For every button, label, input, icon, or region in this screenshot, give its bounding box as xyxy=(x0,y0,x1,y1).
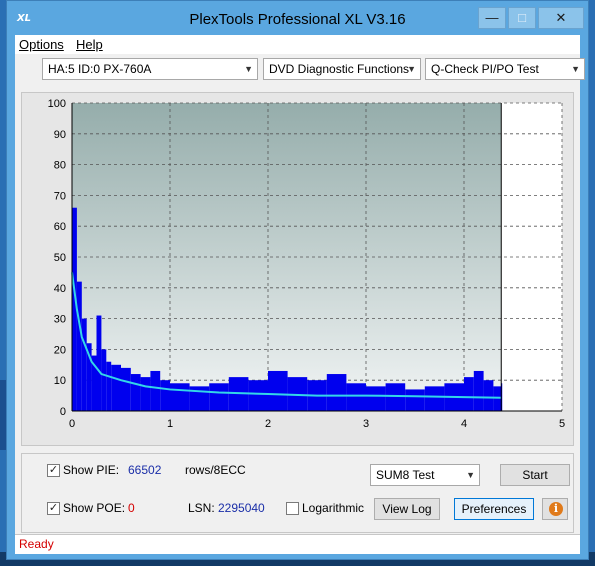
app-window: XL PlexTools Professional XL V3.16 — □ ✕… xyxy=(6,0,589,560)
pie-bar xyxy=(248,380,268,411)
pie-value: 66502 xyxy=(128,463,162,477)
pie-bar xyxy=(150,370,161,411)
menu-help[interactable]: Help xyxy=(76,37,103,52)
chevron-down-icon: ▼ xyxy=(466,470,475,480)
close-icon: ✕ xyxy=(555,10,567,25)
y-tick-label: 20 xyxy=(54,344,66,356)
pie-bar xyxy=(121,367,131,411)
x-tick-label: 2 xyxy=(265,418,271,430)
status-bar: Ready xyxy=(15,534,580,554)
pie-bar xyxy=(483,380,494,411)
show-poe-label: Show POE: xyxy=(63,501,126,515)
y-tick-label: 90 xyxy=(54,129,66,141)
menu-help-label: Help xyxy=(76,37,103,52)
show-poe-checkbox[interactable]: ✓ xyxy=(47,502,60,515)
function-select-value: DVD Diagnostic Functions xyxy=(269,62,410,76)
pie-bar xyxy=(106,361,112,411)
test-select-value: Q-Check PI/PO Test xyxy=(431,62,539,76)
pie-bar xyxy=(268,370,288,411)
pie-bar xyxy=(170,383,190,411)
pie-bar xyxy=(346,383,366,411)
y-tick-label: 10 xyxy=(54,375,66,387)
pie-bar xyxy=(160,380,170,411)
menu-options-label: Options xyxy=(19,37,64,52)
chevron-down-icon: ▼ xyxy=(407,64,416,74)
minimize-button[interactable]: — xyxy=(478,7,506,29)
x-tick-label: 1 xyxy=(167,418,173,430)
maximize-icon: □ xyxy=(518,10,526,25)
results-panel: ✓ Show PIE: 66502 rows/8ECC SUM8 Test ▼ … xyxy=(21,453,574,533)
client-area: Options Help HA:5 ID:0 PX-760A ▼ DVD Dia… xyxy=(15,35,585,554)
pie-bar xyxy=(473,370,484,411)
show-pie-label: Show PIE: xyxy=(63,463,120,477)
lsn-value: 2295040 xyxy=(218,501,265,515)
pie-bar xyxy=(385,383,406,411)
test-select[interactable]: Q-Check PI/PO Test ▼ xyxy=(425,58,585,80)
x-tick-label: 0 xyxy=(69,418,75,430)
info-icon: i xyxy=(549,502,563,516)
pie-bar xyxy=(111,364,121,411)
pie-bar xyxy=(101,349,107,411)
pie-bar xyxy=(209,383,229,411)
menu-bar: Options Help xyxy=(15,35,580,54)
pie-bar xyxy=(96,315,102,411)
lsn-label: LSN: xyxy=(188,501,215,515)
pie-bar xyxy=(140,377,151,411)
info-button[interactable]: i xyxy=(542,498,568,520)
y-tick-label: 100 xyxy=(48,98,66,110)
preferences-button-label: Preferences xyxy=(461,502,527,516)
view-log-button-label: View Log xyxy=(382,502,432,516)
preferences-button[interactable]: Preferences xyxy=(454,498,534,520)
maximize-button[interactable]: □ xyxy=(508,7,536,29)
close-button[interactable]: ✕ xyxy=(538,7,584,29)
start-button-label: Start xyxy=(522,468,548,482)
status-text: Ready xyxy=(19,537,54,551)
y-tick-label: 40 xyxy=(54,283,66,295)
start-button[interactable]: Start xyxy=(500,464,570,486)
chevron-down-icon: ▼ xyxy=(571,64,580,74)
drive-select[interactable]: HA:5 ID:0 PX-760A ▼ xyxy=(42,58,258,80)
view-log-button[interactable]: View Log xyxy=(374,498,440,520)
pie-bar xyxy=(464,377,474,411)
chart-panel: 0 10 20 30 40 50 60 70 80 90 100 0 1 2 3 4 5 xyxy=(21,92,574,446)
y-tick-label: 50 xyxy=(54,252,66,264)
title-bar[interactable]: XL PlexTools Professional XL V3.16 — □ ✕ xyxy=(7,1,588,35)
logarithmic-label: Logarithmic xyxy=(302,501,365,515)
pie-bar xyxy=(424,386,445,411)
drive-select-value: HA:5 ID:0 PX-760A xyxy=(48,62,152,76)
pie-bar xyxy=(81,318,87,411)
y-tick-label: 30 xyxy=(54,314,66,326)
logarithmic-checkbox[interactable] xyxy=(286,502,299,515)
y-tick-label: 60 xyxy=(54,221,66,233)
mode-select[interactable]: SUM8 Test ▼ xyxy=(370,464,480,486)
show-pie-checkbox[interactable]: ✓ xyxy=(47,464,60,477)
y-tick-label: 80 xyxy=(54,160,66,172)
mode-select-value: SUM8 Test xyxy=(376,468,435,482)
chevron-down-icon: ▼ xyxy=(244,64,253,74)
minimize-icon: — xyxy=(485,10,499,25)
x-tick-label: 5 xyxy=(559,418,565,430)
pi-po-chart: 0 10 20 30 40 50 60 70 80 90 100 0 1 2 3 4 5 xyxy=(48,98,565,430)
pie-bar xyxy=(130,374,141,411)
pie-bar xyxy=(326,374,347,411)
pie-bar xyxy=(405,389,425,411)
function-select[interactable]: DVD Diagnostic Functions ▼ xyxy=(263,58,421,80)
pie-unit: rows/8ECC xyxy=(185,463,246,477)
menu-options[interactable]: Options xyxy=(19,37,64,52)
poe-value: 0 xyxy=(128,501,135,515)
x-tick-label: 3 xyxy=(363,418,369,430)
x-tick-label: 4 xyxy=(461,418,467,430)
y-tick-label: 0 xyxy=(60,406,66,418)
pie-bar xyxy=(76,281,82,411)
pie-bar xyxy=(366,386,386,411)
y-tick-label: 70 xyxy=(54,190,66,202)
